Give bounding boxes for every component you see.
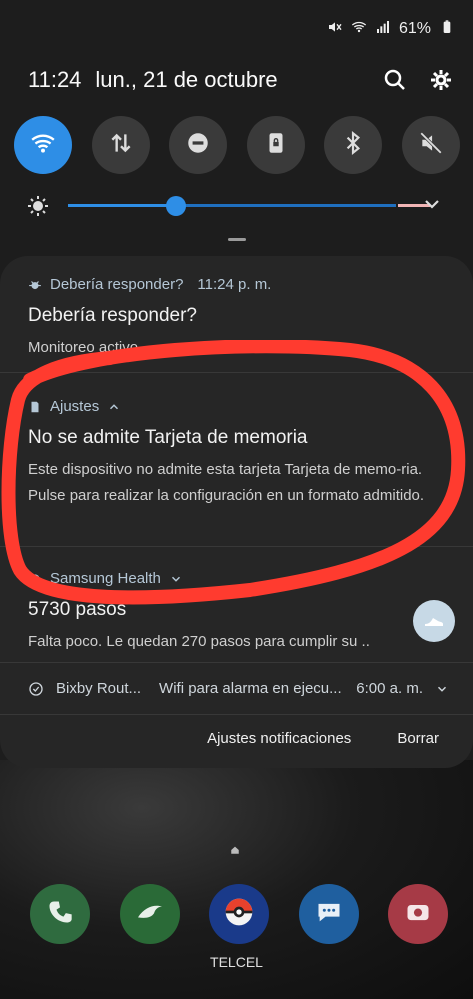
header-row: 11:24 lun., 21 de octubre xyxy=(28,62,453,98)
mute-icon xyxy=(327,19,343,40)
notification-body: Falta poco. Le quedan 270 pasos para cum… xyxy=(28,633,370,650)
pokemon-go-app[interactable] xyxy=(209,884,269,944)
panel-actions: Ajustes notificaciones Borrar xyxy=(207,730,439,747)
home-icon xyxy=(230,842,240,854)
panel-handle[interactable] xyxy=(228,238,246,241)
brightness-slider[interactable] xyxy=(22,192,452,220)
notification-title: 5730 pasos xyxy=(28,599,127,620)
phone-app[interactable] xyxy=(30,884,90,944)
battery-percent: 61% xyxy=(398,20,431,37)
notification-time: 11:24 p. m. xyxy=(197,276,272,293)
signal-icon xyxy=(375,19,391,40)
chevron-up-icon[interactable] xyxy=(107,400,121,414)
bixby-text: Wifi para alarma en ejecu... xyxy=(159,680,342,697)
status-bar: 61% xyxy=(327,16,455,42)
notification-title: No se admite Tarjeta de memoria xyxy=(28,427,308,448)
app-dock xyxy=(30,884,448,948)
check-icon xyxy=(28,681,44,697)
health-icon xyxy=(28,572,42,586)
brightness-track[interactable] xyxy=(68,196,430,216)
notification-body: Este dispositivo no admite esta tarjeta … xyxy=(28,461,425,504)
bixby-time: 6:00 a. m. xyxy=(356,680,423,697)
phone-icon xyxy=(46,898,74,931)
notification-health[interactable]: Samsung Health 5730 pasos Falta poco. Le… xyxy=(28,570,449,655)
notification-title: Debería responder? xyxy=(28,305,197,326)
chat-app[interactable] xyxy=(298,884,359,944)
notification-bixby[interactable]: Bixby Rout... Wifi para alarma en ejecu.… xyxy=(28,680,449,697)
notification-app: Samsung Health xyxy=(50,570,161,587)
lock-screen-icon xyxy=(263,130,289,161)
chevron-down-icon[interactable] xyxy=(169,572,183,586)
messages-green-app[interactable] xyxy=(119,884,180,944)
portrait-lock-toggle[interactable] xyxy=(246,116,305,174)
quick-settings xyxy=(14,116,460,176)
clear-button[interactable]: Borrar xyxy=(397,730,439,747)
battery-icon xyxy=(439,19,455,40)
brightness-icon xyxy=(26,194,50,218)
clock: 11:24 xyxy=(28,67,82,92)
carrier-label: TELCEL xyxy=(210,954,263,970)
wifi-status-icon xyxy=(351,19,367,40)
wifi-toggle[interactable] xyxy=(14,116,72,174)
gear-icon[interactable] xyxy=(429,68,453,92)
do-not-disturb-toggle[interactable] xyxy=(169,116,228,174)
camera-app[interactable] xyxy=(388,884,448,944)
notification-responder[interactable]: Debería responder? 11:24 p. m. Debería r… xyxy=(28,276,449,361)
search-icon[interactable] xyxy=(383,68,407,92)
notification-settings-button[interactable]: Ajustes notificaciones xyxy=(207,730,351,747)
bluetooth-icon xyxy=(340,130,366,161)
sd-card-icon xyxy=(28,400,42,414)
data-arrows-icon xyxy=(108,130,134,161)
camera-icon xyxy=(404,898,432,931)
notification-body: Monitoreo activo xyxy=(28,339,139,356)
mobile-data-toggle[interactable] xyxy=(91,116,150,174)
bluetooth-toggle[interactable] xyxy=(324,116,383,174)
notification-app: Debería responder? xyxy=(50,276,184,293)
bixby-app: Bixby Rout... xyxy=(56,680,142,697)
chat-bubble-icon xyxy=(315,898,343,931)
dolphin-icon xyxy=(134,896,166,933)
wifi-icon xyxy=(30,130,56,161)
chevron-down-icon[interactable] xyxy=(420,192,444,216)
bug-icon xyxy=(28,278,42,292)
date: lun., 21 de octubre xyxy=(95,67,278,92)
notification-app: Ajustes xyxy=(50,398,100,415)
shoe-icon[interactable] xyxy=(413,600,455,642)
brightness-thumb[interactable] xyxy=(166,196,186,216)
sound-toggle[interactable] xyxy=(401,116,460,174)
mute-icon xyxy=(418,130,444,161)
minus-circle-icon xyxy=(185,130,211,161)
pokeball-icon xyxy=(223,896,255,933)
notification-ajustes[interactable]: Ajustes No se admite Tarjeta de memoria … xyxy=(28,398,449,509)
chevron-down-icon[interactable] xyxy=(435,682,449,696)
